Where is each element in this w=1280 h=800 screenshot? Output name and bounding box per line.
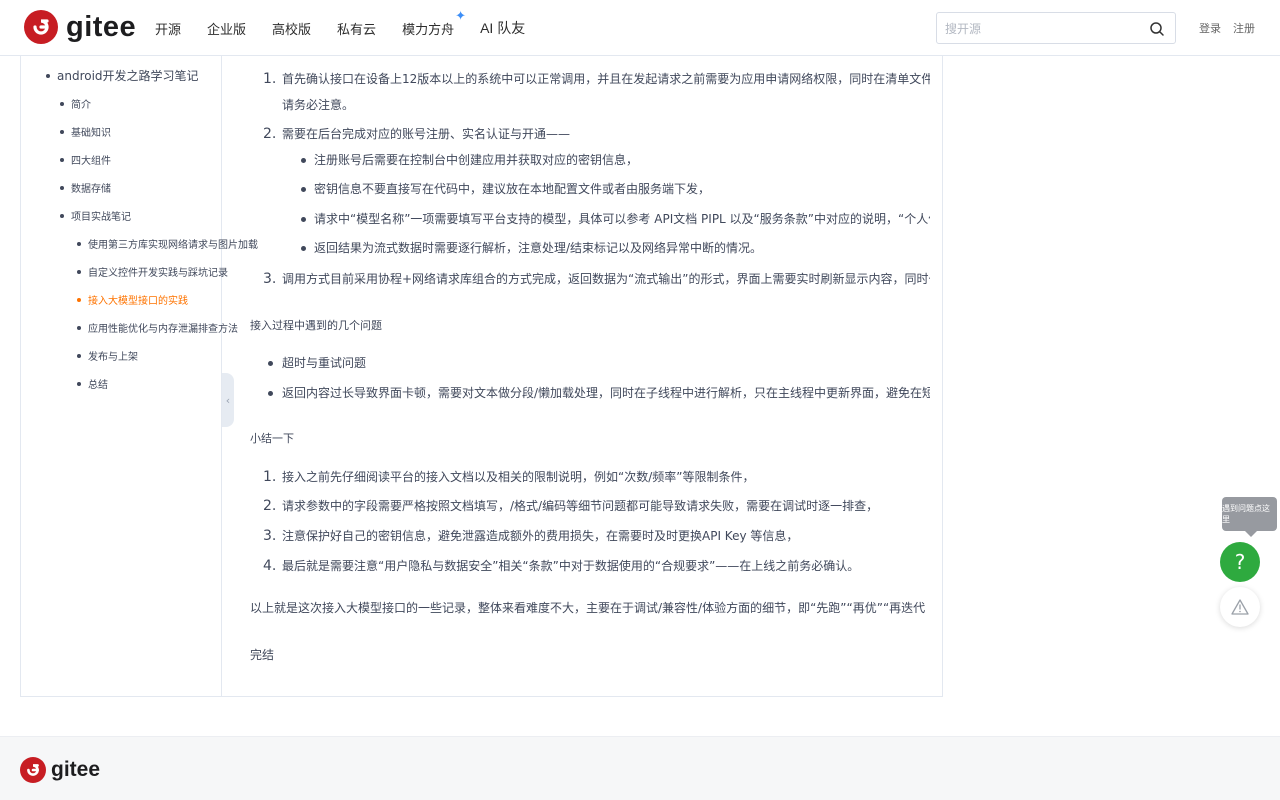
end-text: 完结	[250, 648, 275, 662]
list-item: 返回内容过长导致界面卡顿，需要对文本做分段/懒加载处理，同时在子线程中进行解析，…	[282, 386, 930, 400]
bullet-dot	[268, 391, 273, 396]
list-item: 超时与重试问题	[282, 356, 367, 370]
list-item: 返回结果为流式数据时需要逐行解析，注意处理/结束标记以及网络异常中断的情况。	[314, 241, 763, 255]
search-icon[interactable]	[1149, 21, 1165, 37]
list-number: 3.	[263, 271, 277, 287]
bullet-dot	[301, 217, 306, 222]
list-number: 2.	[263, 498, 277, 514]
bullet-dot	[301, 187, 306, 192]
list-item: 注意保护好自己的密钥信息，避免泄露造成额外的费用损失，在需要时及时更换API K…	[282, 529, 799, 543]
closing-paragraph: 以上就是这次接入大模型接口的一些记录，整体来看难度不大，主要在于调试/兼容性/体…	[250, 601, 930, 615]
list-number: 2.	[263, 126, 277, 142]
list-item-wrap: 请务必注意。	[282, 98, 355, 112]
list-number: 3.	[263, 528, 277, 544]
login-link[interactable]: 登录	[1199, 20, 1221, 36]
section-heading: 小结一下	[250, 432, 294, 445]
list-item: 密钥信息不要直接写在代码中，建议放在本地配置文件或者由服务端下发，	[314, 182, 711, 196]
list-number: 1.	[263, 71, 277, 87]
bullet-dot	[301, 246, 306, 251]
list-item: 注册账号后需要在控制台中创建应用并获取对应的密钥信息，	[314, 153, 639, 167]
section-heading: 接入过程中遇到的几个问题	[250, 319, 382, 332]
search-box	[936, 12, 1176, 44]
list-item: 调用方式目前采用协程+网络请求库组合的方式完成，返回数据为“流式输出”的形式，界…	[282, 272, 930, 286]
list-number: 1.	[263, 469, 277, 485]
footer-logo-text: gitee	[51, 758, 101, 781]
bullet-dot	[301, 158, 306, 163]
list-number: 4.	[263, 558, 277, 574]
question-icon: ?	[1234, 550, 1246, 574]
help-tooltip: 遇到问题点这里	[1222, 497, 1277, 537]
list-item: 请求中“模型名称”一项需要填写平台支持的模型，具体可以参考 API文档 PIPL…	[314, 212, 930, 226]
bullet-dot	[268, 361, 273, 366]
doc-content: 1. 首先确认接口在设备上12版本以上的系统中可以正常调用，并且在发起请求之前需…	[0, 0, 943, 700]
list-item: 接入之前先仔细阅读平台的接入文档以及相关的限制说明，例如“次数/频率”等限制条件…	[282, 470, 755, 484]
page-footer: gitee	[0, 736, 1280, 800]
list-item: 请求参数中的字段需要严格按照文档填写，/格式/编码等细节问题都可能导致请求失败，…	[282, 499, 879, 513]
warning-icon	[1231, 599, 1249, 615]
search-input[interactable]	[945, 19, 1135, 39]
list-item: 首先确认接口在设备上12版本以上的系统中可以正常调用，并且在发起请求之前需要为应…	[282, 72, 930, 86]
report-button[interactable]	[1220, 587, 1260, 627]
footer-logo[interactable]: gitee	[20, 757, 100, 783]
list-item: 最后就是需要注意“用户隐私与数据安全”相关“条款”中对于数据使用的“合规要求”—…	[282, 559, 860, 573]
list-item: 需要在后台完成对应的账号注册、实名认证与开通——	[282, 127, 571, 141]
help-button[interactable]: ?	[1220, 542, 1260, 582]
register-link[interactable]: 注册	[1233, 20, 1255, 36]
gitee-footer-logo-icon	[20, 757, 46, 783]
